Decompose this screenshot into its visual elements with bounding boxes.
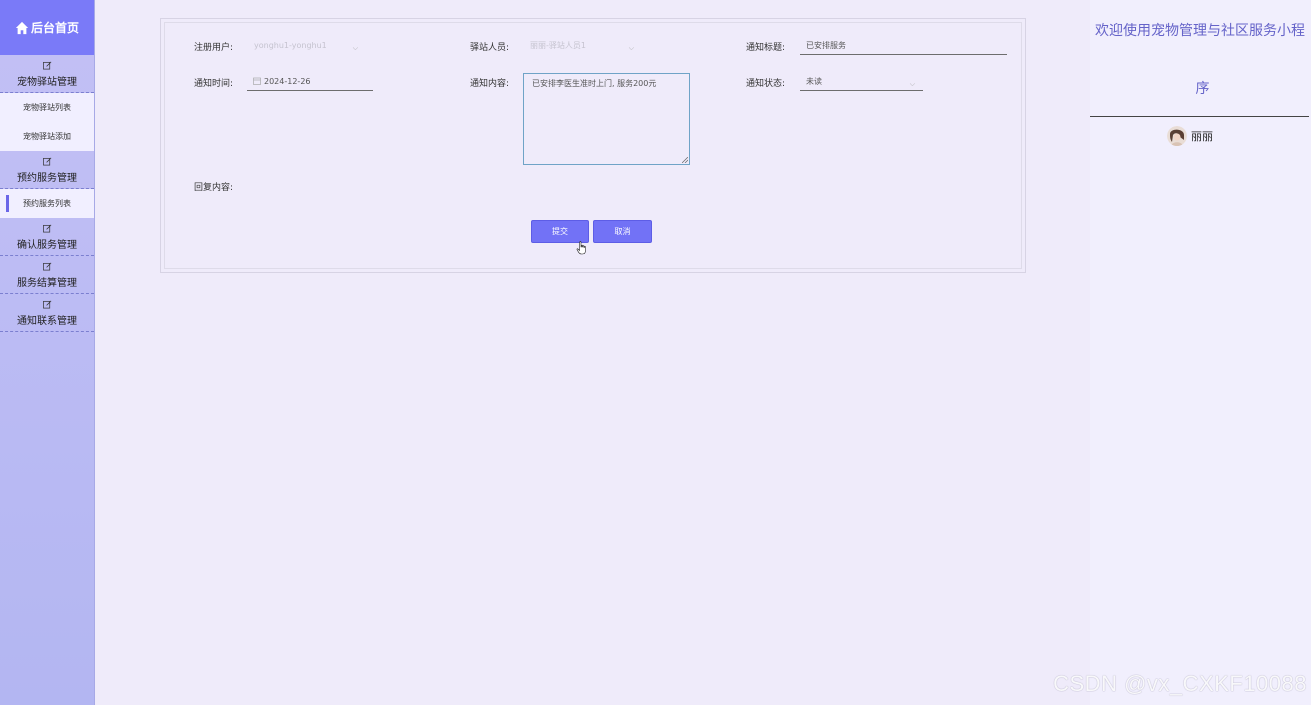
notice-form: 注册用户: yonghu1-yonghu1 ⌵ 驿站人员: 丽丽-驿站人员1 ⌵… — [164, 22, 1022, 269]
time-picker[interactable]: 2024-12-26 — [247, 75, 373, 91]
sidebar-item-pet-station-add[interactable]: 宠物驿站添加 — [0, 122, 94, 151]
chevron-down-icon: ⌵ — [909, 80, 915, 88]
sidebar-item-label: 预约服务列表 — [23, 199, 71, 208]
staff-select-value: 丽丽-驿站人员1 — [530, 41, 586, 50]
chevron-down-icon: ⌵ — [352, 44, 358, 52]
divider — [1090, 116, 1309, 117]
submit-button[interactable]: 提交 — [531, 220, 589, 243]
welcome-banner: 欢迎使用宠物管理与社区服务小程 序 — [1095, 21, 1310, 99]
hand-cursor-icon — [576, 241, 586, 255]
cancel-button[interactable]: 取消 — [593, 220, 652, 243]
time-label: 通知时间: — [194, 79, 234, 89]
status-select-value: 未读 — [806, 77, 822, 86]
reply-label: 回复内容: — [194, 183, 234, 193]
sidebar-group-settlement[interactable]: 服务结算管理 — [0, 256, 94, 294]
username: 丽丽 — [1191, 130, 1213, 143]
staff-label: 驿站人员: — [470, 43, 510, 53]
sidebar-group-label: 通知联系管理 — [17, 316, 77, 327]
sidebar: 后台首页 宠物驿站管理 宠物驿站列表 宠物驿站添加 预约服务管理 预约服务列表 … — [0, 0, 95, 705]
sidebar-group-booking[interactable]: 预约服务管理 — [0, 151, 94, 189]
content-textarea-value: 已安排李医生准时上门, 服务200元 — [532, 79, 657, 88]
welcome-text-line1: 欢迎使用宠物管理与社区服务小程 — [1095, 23, 1305, 39]
user-select-value: yonghu1-yonghu1 — [254, 41, 327, 50]
sidebar-home-label: 后台首页 — [30, 21, 79, 35]
calendar-icon — [253, 77, 261, 85]
user-label: 注册用户: — [194, 43, 234, 53]
avatar — [1167, 126, 1187, 146]
sidebar-item-label: 宠物驿站列表 — [23, 103, 71, 112]
status-label: 通知状态: — [746, 79, 786, 89]
watermark: CSDN @vx_CXKF10088 — [1053, 671, 1307, 696]
sidebar-item-booking-list[interactable]: 预约服务列表 — [0, 189, 94, 218]
welcome-text-line2: 序 — [1195, 81, 1210, 97]
sidebar-group-label: 确认服务管理 — [17, 240, 77, 251]
edit-icon — [42, 300, 51, 309]
sidebar-home[interactable]: 后台首页 — [0, 0, 94, 55]
content-textarea[interactable]: 已安排李医生准时上门, 服务200元 — [523, 73, 690, 165]
notice-form-panel: 注册用户: yonghu1-yonghu1 ⌵ 驿站人员: 丽丽-驿站人员1 ⌵… — [160, 18, 1026, 273]
time-picker-value: 2024-12-26 — [264, 77, 311, 86]
edit-icon — [42, 61, 51, 70]
sidebar-group-label: 服务结算管理 — [17, 278, 77, 289]
edit-icon — [42, 224, 51, 233]
user-panel: 欢迎使用宠物管理与社区服务小程 序 丽丽 — [1090, 0, 1311, 705]
edit-icon — [42, 262, 51, 271]
sidebar-group-notice[interactable]: 通知联系管理 — [0, 294, 94, 332]
title-input[interactable]: 已安排服务 — [800, 39, 1007, 55]
user-info[interactable]: 丽丽 — [1167, 126, 1213, 146]
content-label: 通知内容: — [470, 79, 510, 89]
staff-select[interactable]: 丽丽-驿站人员1 ⌵ — [524, 39, 642, 55]
sidebar-group-label: 预约服务管理 — [17, 173, 77, 184]
user-select[interactable]: yonghu1-yonghu1 ⌵ — [248, 39, 366, 55]
sidebar-group-label: 宠物驿站管理 — [17, 77, 77, 88]
edit-icon — [42, 157, 51, 166]
sidebar-item-pet-station-list[interactable]: 宠物驿站列表 — [0, 93, 94, 122]
status-select[interactable]: 未读 ⌵ — [800, 75, 923, 91]
title-label: 通知标题: — [746, 43, 786, 53]
sidebar-group-pet-station[interactable]: 宠物驿站管理 — [0, 55, 94, 93]
home-icon — [15, 21, 29, 34]
sidebar-item-label: 宠物驿站添加 — [23, 132, 71, 141]
chevron-down-icon: ⌵ — [628, 44, 634, 52]
title-input-value: 已安排服务 — [806, 41, 846, 50]
resize-grip-icon[interactable] — [682, 157, 688, 163]
sidebar-group-confirm[interactable]: 确认服务管理 — [0, 218, 94, 256]
